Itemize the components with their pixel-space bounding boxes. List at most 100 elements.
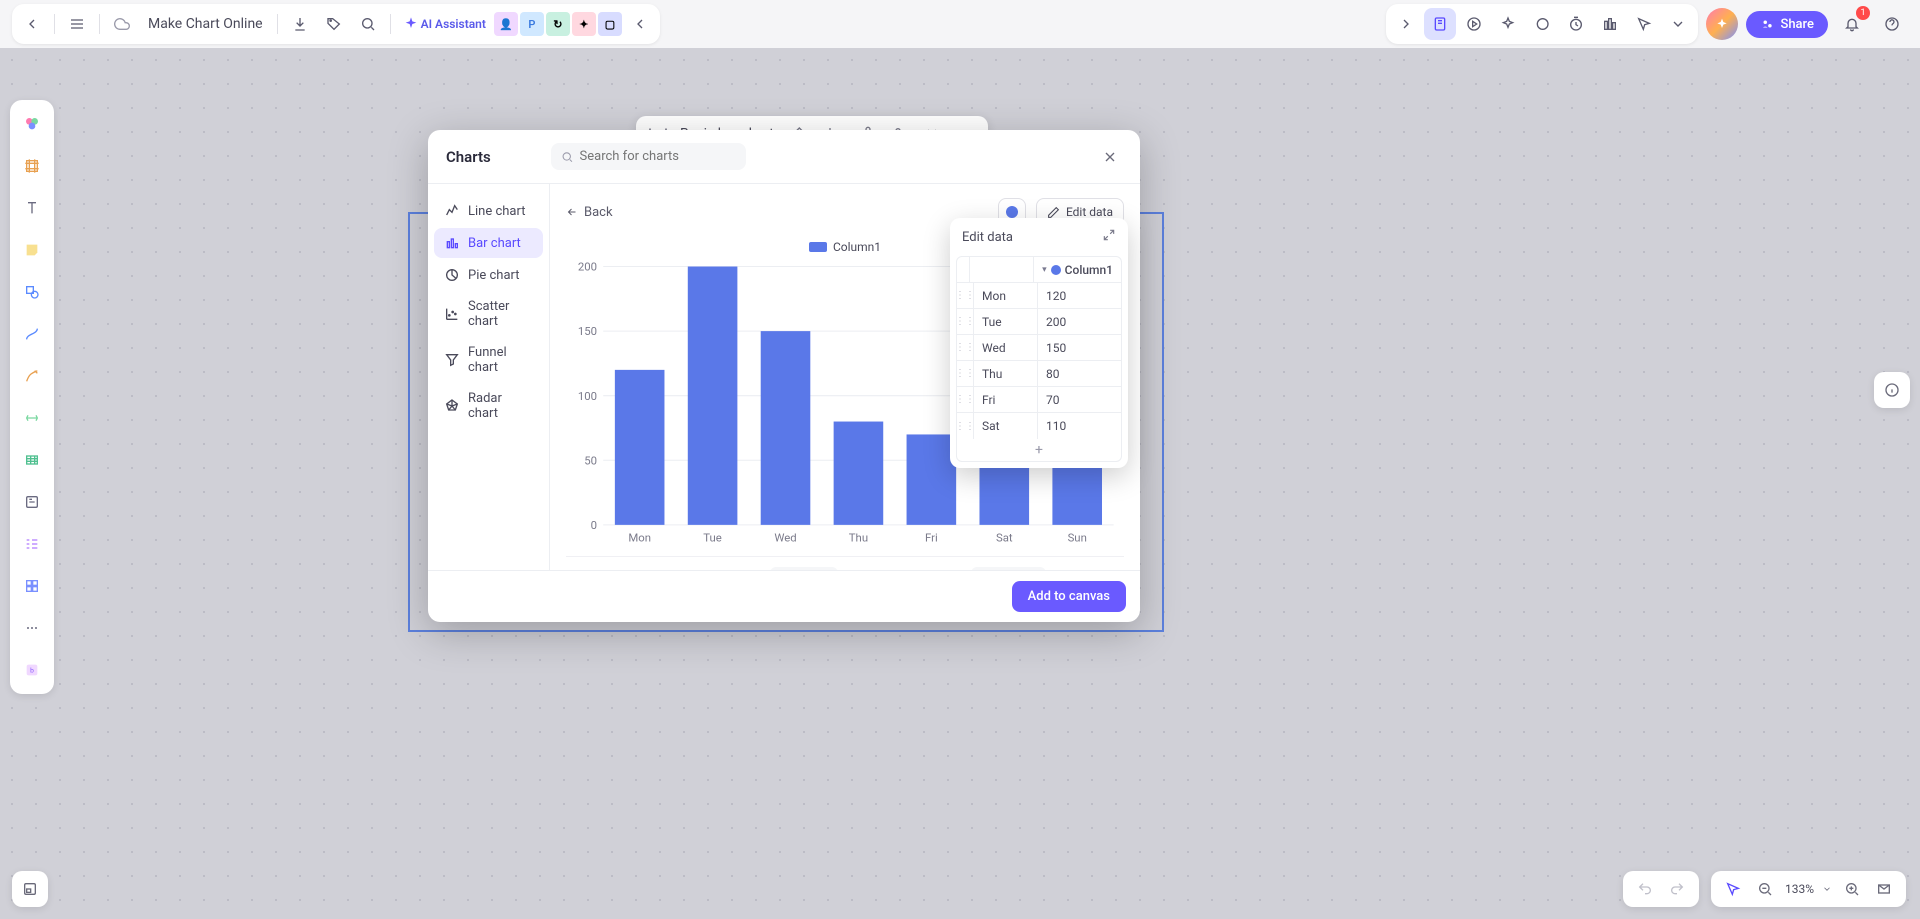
drag-handle-icon[interactable]: ⋮⋮: [957, 335, 973, 360]
menu-button[interactable]: [61, 8, 93, 40]
chart-type-funnel[interactable]: Funnel chart: [434, 338, 543, 382]
list-tool[interactable]: [16, 528, 48, 560]
drag-handle-icon[interactable]: ⋮⋮: [957, 413, 973, 439]
apps-button[interactable]: b: [16, 654, 48, 686]
svg-text:150: 150: [578, 324, 597, 338]
tool-chip-green[interactable]: ↻: [546, 12, 570, 36]
row-value-cell[interactable]: 150: [1037, 335, 1121, 360]
bottombar: 133%: [1623, 871, 1906, 907]
connector-tool[interactable]: [16, 318, 48, 350]
chart-type-radar[interactable]: Radar chart: [434, 384, 543, 428]
legend-position-select[interactable]: Top ce...: [971, 567, 1046, 570]
help-button[interactable]: [1876, 8, 1908, 40]
redo-button[interactable]: [1665, 877, 1689, 901]
text-tool[interactable]: [16, 192, 48, 224]
pen-tool[interactable]: [16, 360, 48, 392]
row-label-cell[interactable]: Thu: [973, 361, 1037, 386]
modal-close-button[interactable]: [1098, 145, 1122, 169]
app-badge-icon[interactable]: [1706, 8, 1738, 40]
download-button[interactable]: [284, 8, 316, 40]
chart-type-pie[interactable]: Pie chart: [434, 260, 543, 290]
minimap-button[interactable]: [12, 871, 48, 907]
row-label-cell[interactable]: Mon: [973, 283, 1037, 308]
drag-handle-icon[interactable]: ⋮⋮: [957, 387, 973, 412]
search-button[interactable]: [352, 8, 384, 40]
table-row[interactable]: ⋮⋮ Wed 150: [957, 335, 1121, 361]
add-row-button[interactable]: +: [957, 439, 1121, 461]
svg-text:Mon: Mon: [628, 530, 651, 544]
sticky-note-tool[interactable]: [16, 234, 48, 266]
sparkle-button[interactable]: [1492, 8, 1524, 40]
highlighter-tool[interactable]: [16, 402, 48, 434]
avatar-chip-p[interactable]: P: [520, 12, 544, 36]
zoom-out-button[interactable]: [1753, 877, 1777, 901]
chevron-right-icon[interactable]: [1390, 8, 1422, 40]
data-grid[interactable]: ▾Column1 ⋮⋮ Mon 120⋮⋮ Tue 200⋮⋮ Wed 150⋮…: [956, 256, 1122, 462]
expand-popover-button[interactable]: [1102, 228, 1116, 246]
bar: [907, 434, 957, 524]
row-label-cell[interactable]: Wed: [973, 335, 1037, 360]
svg-text:Fri: Fri: [925, 530, 938, 544]
card-tool[interactable]: [16, 486, 48, 518]
ai-assistant-button[interactable]: AI Assistant: [397, 8, 492, 40]
timer-button[interactable]: [1560, 8, 1592, 40]
document-title[interactable]: Make Chart Online: [148, 16, 263, 32]
back-nav-button[interactable]: [16, 8, 48, 40]
drag-handle-icon[interactable]: ⋮⋮: [957, 283, 973, 308]
zoom-level[interactable]: 133%: [1785, 882, 1814, 896]
data-value-position-select[interactable]: Hidden: [770, 567, 838, 570]
table-row[interactable]: ⋮⋮ Thu 80: [957, 361, 1121, 387]
table-row[interactable]: ⋮⋮ Mon 120: [957, 283, 1121, 309]
row-value-cell[interactable]: 80: [1037, 361, 1121, 386]
fit-button[interactable]: [1872, 877, 1896, 901]
comment-button[interactable]: [1526, 8, 1558, 40]
chevron-down-icon[interactable]: [1822, 884, 1832, 894]
grid-tool[interactable]: [16, 570, 48, 602]
row-value-cell[interactable]: 120: [1037, 283, 1121, 308]
back-button[interactable]: Back: [566, 205, 613, 220]
table-row[interactable]: ⋮⋮ Sat 110: [957, 413, 1121, 439]
chart-type-line[interactable]: Line chart: [434, 196, 543, 226]
drag-handle-icon[interactable]: ⋮⋮: [957, 309, 973, 334]
chevron-left-icon[interactable]: [624, 8, 656, 40]
undo-button[interactable]: [1633, 877, 1657, 901]
chart-search-input[interactable]: [551, 143, 746, 170]
chart-type-scatter[interactable]: Scatter chart: [434, 292, 543, 336]
row-label-cell[interactable]: Sat: [973, 413, 1037, 439]
grid-button[interactable]: [1594, 8, 1626, 40]
cursor-button[interactable]: [1628, 8, 1660, 40]
templates-button[interactable]: [16, 108, 48, 140]
present-button[interactable]: [1458, 8, 1490, 40]
drag-handle-icon[interactable]: ⋮⋮: [957, 361, 973, 386]
table-row[interactable]: ⋮⋮ Fri 70: [957, 387, 1121, 413]
pointer-tool[interactable]: [1721, 877, 1745, 901]
svg-text:200: 200: [578, 260, 597, 274]
row-value-cell[interactable]: 70: [1037, 387, 1121, 412]
frame-tool[interactable]: [16, 150, 48, 182]
table-row[interactable]: ⋮⋮ Tue 200: [957, 309, 1121, 335]
layers-button[interactable]: [1424, 8, 1456, 40]
zoom-in-button[interactable]: [1840, 877, 1864, 901]
chevron-down-icon[interactable]: [1662, 8, 1694, 40]
shape-tool[interactable]: [16, 276, 48, 308]
row-label-cell[interactable]: Tue: [973, 309, 1037, 334]
bar: [761, 331, 811, 525]
tag-button[interactable]: [318, 8, 350, 40]
svg-text:Wed: Wed: [774, 530, 796, 544]
row-value-cell[interactable]: 200: [1037, 309, 1121, 334]
chart-search-field[interactable]: [580, 149, 736, 164]
row-label-cell[interactable]: Fri: [973, 387, 1037, 412]
row-value-cell[interactable]: 110: [1037, 413, 1121, 439]
share-button[interactable]: Share: [1746, 11, 1828, 38]
info-button[interactable]: [1874, 372, 1910, 408]
tool-chip-pink[interactable]: ✦: [572, 12, 596, 36]
add-to-canvas-button[interactable]: Add to canvas: [1012, 581, 1126, 612]
table-tool[interactable]: [16, 444, 48, 476]
notifications-button[interactable]: [1836, 8, 1868, 40]
svg-text:Tue: Tue: [703, 530, 722, 544]
avatar-chip-1[interactable]: 👤: [494, 12, 518, 36]
tool-chip-blue[interactable]: ▢: [598, 12, 622, 36]
more-tools-button[interactable]: [16, 612, 48, 644]
bar: [834, 422, 884, 525]
chart-type-bar[interactable]: Bar chart: [434, 228, 543, 258]
